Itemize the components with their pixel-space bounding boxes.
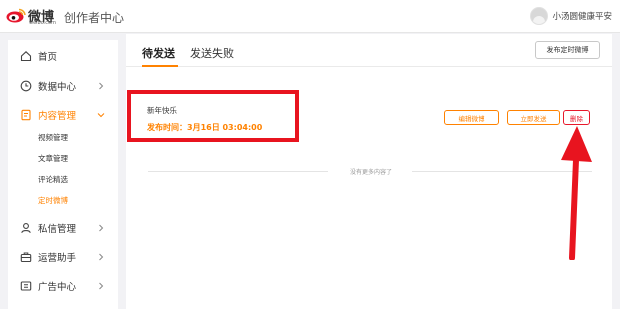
sidebar-item-label: 内容管理	[38, 111, 77, 122]
ad-icon	[20, 281, 32, 291]
sidebar-item-label: 私信管理	[38, 224, 77, 235]
weibo-logo[interactable]: 微博 weibo.com	[6, 5, 58, 29]
sidebar-item-ads[interactable]: 广告中心	[8, 275, 118, 297]
tab-pending[interactable]: 待发送	[142, 45, 175, 61]
chevron-right-icon	[99, 224, 104, 232]
home-icon	[20, 51, 32, 62]
tab-bar: 待发送 发送失败 发布定时微博	[126, 34, 612, 67]
document-icon	[21, 109, 31, 121]
chevron-right-icon	[99, 282, 104, 290]
edit-post-button[interactable]: 编辑微博	[444, 110, 499, 125]
chevron-right-icon	[99, 82, 104, 90]
annotation-highlight-box	[127, 90, 299, 142]
page-title: 创作者中心	[64, 11, 125, 25]
sidebar-item-home[interactable]: 首页	[8, 45, 118, 67]
tab-failed[interactable]: 发送失败	[190, 45, 234, 61]
sidebar-item-operations[interactable]: 运营助手	[8, 246, 118, 268]
sidebar-item-label: 运营助手	[38, 253, 77, 264]
briefcase-icon	[20, 252, 32, 263]
sidebar-subitem-comments[interactable]: 评论精选	[38, 174, 68, 185]
active-tab-indicator	[142, 65, 178, 67]
sidebar-subitem-video[interactable]: 视频管理	[38, 132, 68, 143]
sidebar-item-content-management[interactable]: 内容管理	[8, 104, 118, 126]
chevron-right-icon	[99, 253, 104, 261]
no-more-content-hint: 没有更多内容了	[349, 169, 392, 176]
user-menu[interactable]: 小汤圆健康平安	[530, 7, 612, 25]
sidebar-item-label: 广告中心	[38, 282, 77, 293]
sidebar-item-label: 数据中心	[38, 82, 77, 93]
sidebar-item-label: 首页	[38, 52, 58, 63]
logo-subtext: weibo.com	[29, 20, 56, 26]
user-name[interactable]: 小汤圆健康平安	[552, 10, 612, 22]
weibo-eye-icon	[6, 8, 26, 23]
chevron-down-icon	[97, 113, 105, 118]
sidebar-item-data-center[interactable]: 数据中心	[8, 75, 118, 97]
sidebar-subitem-scheduled-posts[interactable]: 定时微博	[38, 195, 68, 206]
avatar[interactable]	[530, 7, 549, 25]
sidebar: 首页 数据中心 内容管理 视频管理 文章管理 评论精选 定时微博 私信管理 运营…	[8, 40, 118, 309]
sidebar-item-messages[interactable]: 私信管理	[8, 217, 118, 239]
publish-scheduled-button[interactable]: 发布定时微博	[535, 41, 600, 59]
sidebar-subitem-articles[interactable]: 文章管理	[38, 153, 68, 164]
clock-icon	[20, 80, 32, 92]
divider	[148, 171, 328, 172]
user-icon	[21, 223, 31, 234]
annotation-arrow-icon	[561, 126, 592, 260]
top-header: 微博 weibo.com 创作者中心 小汤圆健康平安	[0, 0, 620, 33]
main-panel: 待发送 发送失败 发布定时微博 新年快乐 发布时间：3月16日 03:04:00…	[126, 34, 612, 309]
